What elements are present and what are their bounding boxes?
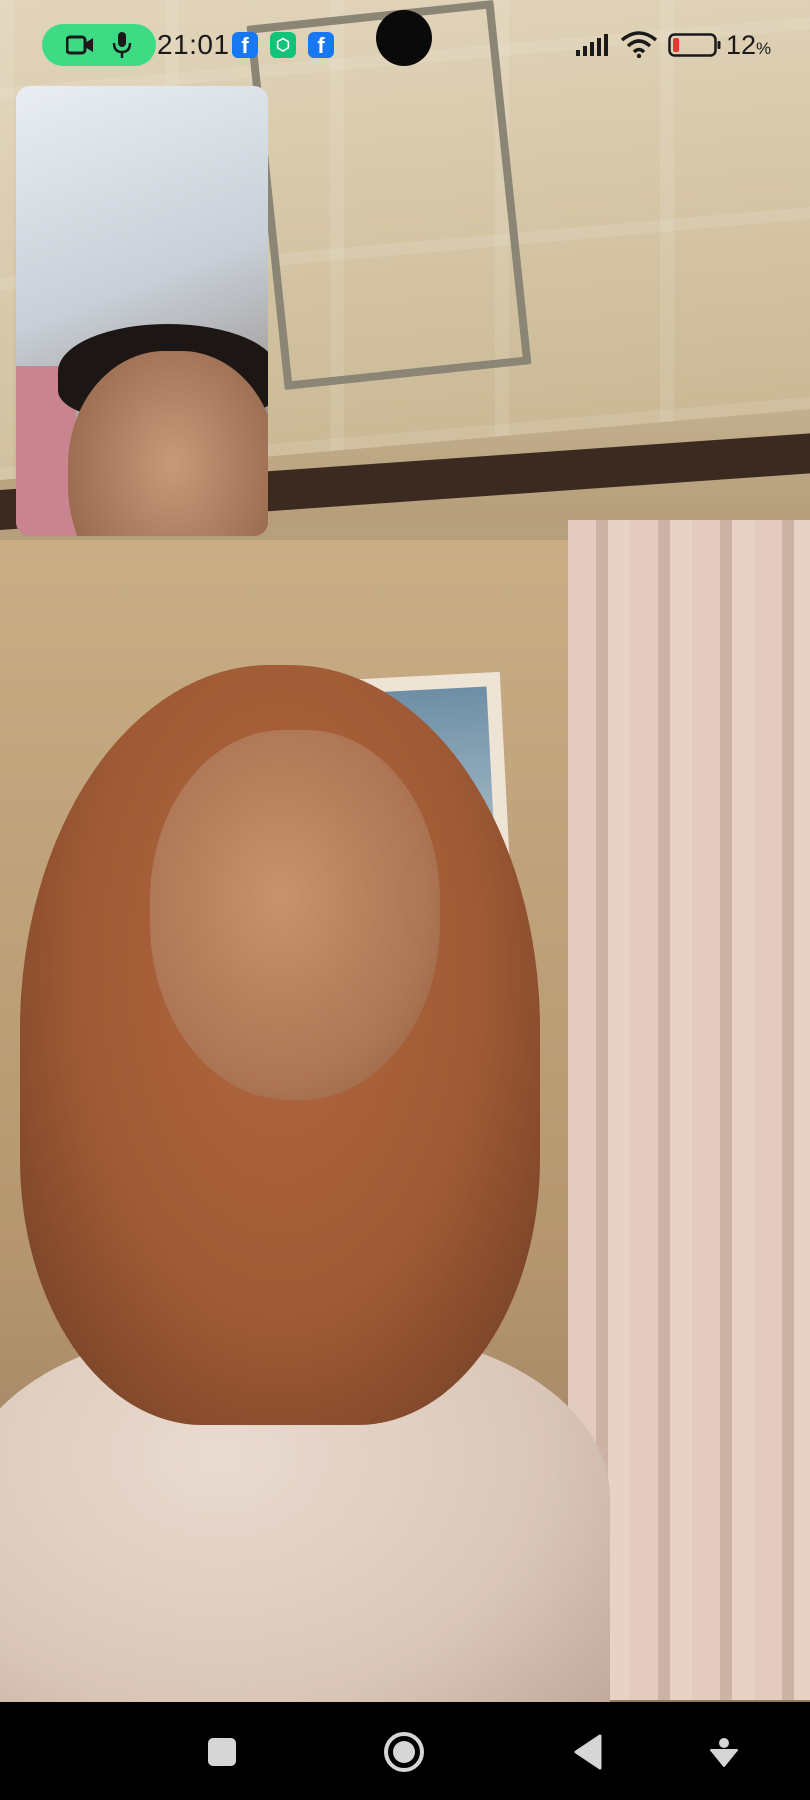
microphone-icon: [112, 31, 132, 59]
self-camera-preview[interactable]: [16, 86, 268, 536]
clock-time: 21:01: [157, 29, 230, 60]
back-triangle-icon[interactable]: [564, 1728, 612, 1776]
battery-percentage: 12%: [726, 30, 772, 60]
green-app-icon: ⬡: [270, 32, 296, 58]
facebook-icon: f: [308, 32, 334, 58]
video-call-screen: [0, 0, 810, 1702]
video-camera-icon: [66, 34, 94, 56]
status-bar: 21:01 f ⬡ f 12%: [0, 0, 810, 84]
ongoing-call-chip[interactable]: [42, 24, 156, 66]
cellular-signal-icon: [576, 34, 612, 61]
home-circle-icon[interactable]: [380, 1728, 428, 1776]
recents-square-icon[interactable]: [198, 1728, 246, 1776]
facebook-icon: f: [232, 32, 258, 58]
remote-person-face: [150, 730, 440, 1100]
navigation-bar: [0, 1702, 810, 1800]
wifi-icon: [620, 30, 658, 63]
assistant-down-icon[interactable]: [700, 1728, 748, 1776]
battery-icon: [668, 33, 722, 62]
front-camera-cutout: [376, 10, 432, 66]
